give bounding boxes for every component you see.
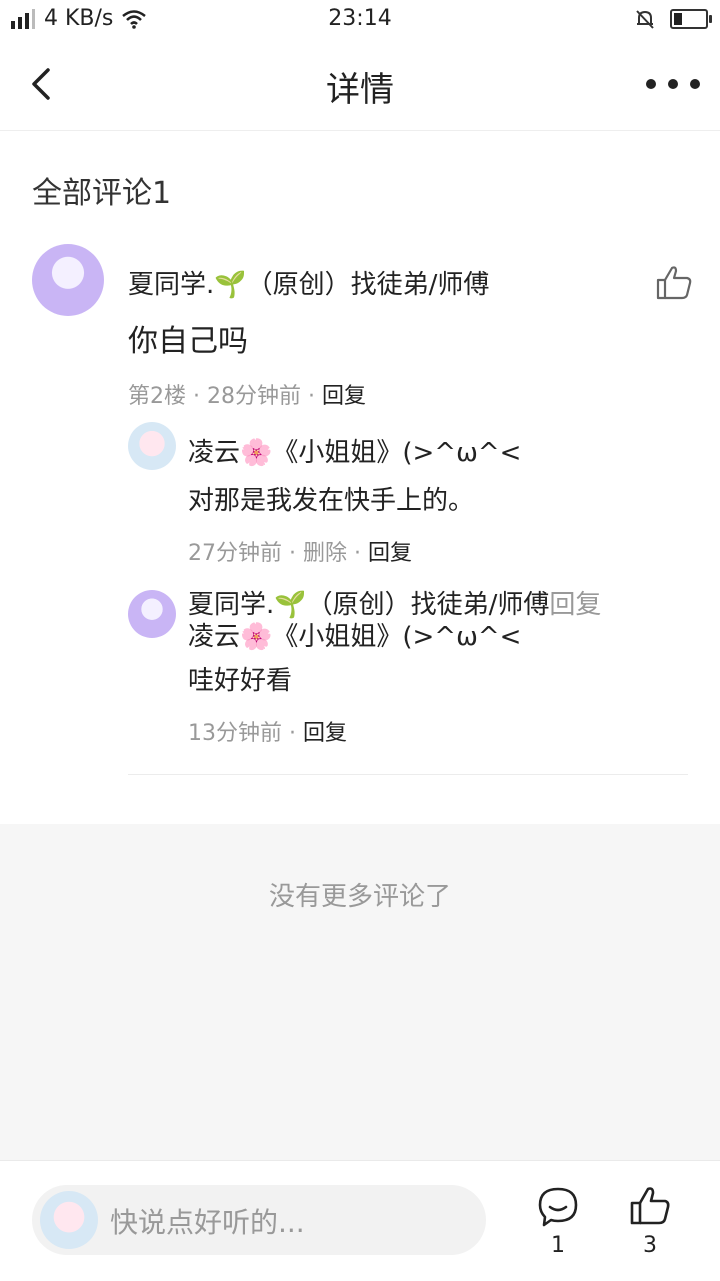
reply-meta: 27分钟前 · 删除 · 回复 <box>188 541 412 566</box>
reply-avatar[interactable] <box>128 422 176 470</box>
reply-author[interactable]: 凌云🌸《小姐姐》(>^ω^< <box>188 432 521 469</box>
comment-floor: 第2楼 <box>128 384 186 409</box>
thumbs-up-icon <box>630 1187 670 1225</box>
thumbs-up-icon <box>656 266 692 300</box>
battery-icon <box>670 9 712 29</box>
top-header: 详情 <box>0 40 720 131</box>
like-count: 3 <box>643 1233 657 1258</box>
bottom-bar: 快说点好听的... 1 3 <box>0 1160 720 1281</box>
status-right <box>634 8 712 30</box>
comment-count: 1 <box>551 1233 565 1258</box>
chat-bubble-icon <box>538 1187 578 1227</box>
reply-time: 13分钟前 <box>188 721 282 746</box>
reply-to-user[interactable]: 凌云🌸《小姐姐》(>^ω^< <box>188 616 521 653</box>
comment-reply-link[interactable]: 回复 <box>322 384 366 409</box>
status-time: 23:14 <box>328 6 392 31</box>
no-more-comments-text: 没有更多评论了 <box>268 882 451 912</box>
comment-author[interactable]: 夏同学.🌱（原创）找徒弟/师傅 <box>128 264 489 301</box>
reply-delete-link[interactable]: 删除 <box>303 541 347 566</box>
comment-input-placeholder[interactable]: 快说点好听的... <box>110 1201 305 1241</box>
list-footer-area <box>0 824 720 1160</box>
avatar[interactable] <box>32 244 104 316</box>
mute-bell-icon <box>636 10 654 29</box>
status-bar: 4 KB/s 23:14 <box>0 0 720 40</box>
like-button[interactable] <box>628 1183 672 1231</box>
page-title: 详情 <box>326 70 394 110</box>
reply-text: 哇好好看 <box>188 666 293 696</box>
reply-reply-link[interactable]: 回复 <box>303 721 347 746</box>
comment-button[interactable] <box>536 1185 580 1233</box>
comments-count-title: 全部评论1 <box>32 176 172 211</box>
comment-meta: 第2楼 · 28分钟前 · 回复 <box>128 384 366 409</box>
more-button[interactable] <box>646 60 700 108</box>
more-dots-icon <box>646 79 656 89</box>
comment-time: 28分钟前 <box>206 384 301 409</box>
divider <box>128 774 688 775</box>
reply-word: 回复 <box>549 590 602 620</box>
comment-like-button[interactable] <box>654 262 694 306</box>
reply-text: 对那是我发在快手上的。 <box>188 486 475 516</box>
avatar <box>40 1191 98 1249</box>
comment-text: 你自己吗 <box>128 324 248 359</box>
reply-meta: 13分钟前 · 回复 <box>188 721 347 746</box>
comment-input[interactable]: 快说点好听的... <box>32 1185 486 1255</box>
reply-avatar[interactable] <box>128 590 176 638</box>
reply-reply-link[interactable]: 回复 <box>368 541 412 566</box>
reply-time: 27分钟前 <box>188 541 282 566</box>
